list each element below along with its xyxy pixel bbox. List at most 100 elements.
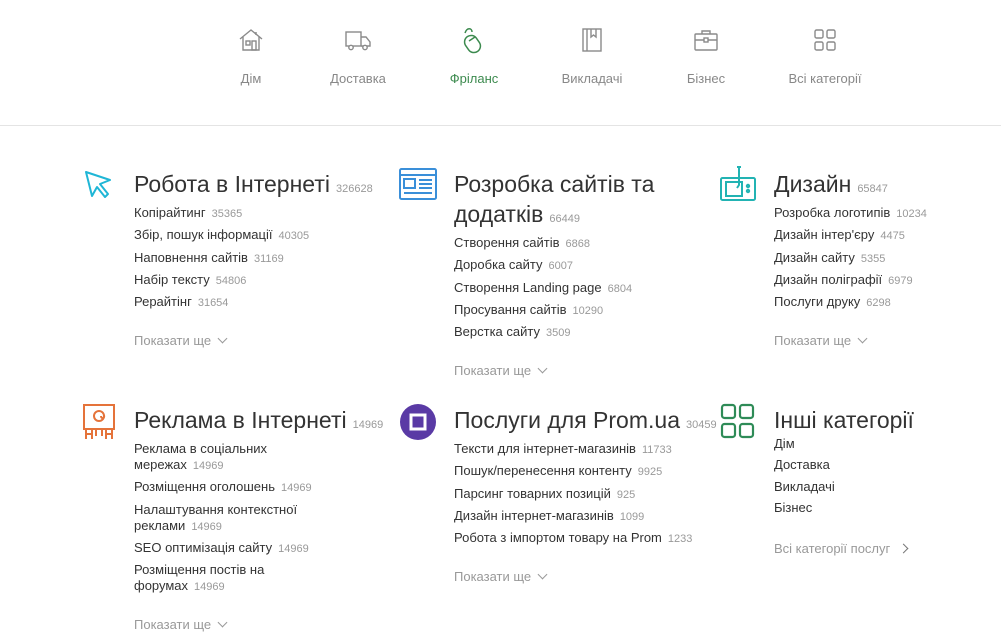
chevron-down-icon — [857, 334, 868, 344]
subcategory-list: Створення сайтів 6868 Доробка сайту 6007 С… — [454, 235, 734, 341]
section-title[interactable]: Реклама в Інтернеті 14969 — [134, 405, 414, 440]
item-count: 31169 — [253, 252, 284, 265]
show-more-button[interactable]: Показати ще — [134, 333, 228, 349]
list-item: Пошук/перенесення контенту 9925 — [454, 463, 714, 480]
nav-item-all-categories[interactable]: Всі категорії — [770, 26, 880, 86]
browser-window-icon — [399, 168, 437, 200]
list-item: Реклама в соціальних мережах 14969 — [134, 441, 349, 474]
nav-label: Фріланс — [449, 71, 499, 86]
subcategory-link[interactable]: Рерайтінг — [134, 294, 192, 309]
item-count: 6007 — [548, 260, 573, 273]
show-more-button[interactable]: Показати ще — [454, 363, 548, 378]
chevron-down-icon — [217, 334, 228, 344]
list-item: Наповнення сайтів 31169 — [134, 250, 414, 267]
subcategory-link[interactable]: Дизайн інтернет-магазинів — [454, 508, 614, 523]
subcategory-list: Розробка логотипів 10234 Дизайн інтер'єру… — [774, 205, 1001, 311]
item-count: 14969 — [191, 520, 222, 533]
nav-item-freelance[interactable]: Фріланс — [419, 26, 529, 86]
item-count: 6868 — [565, 238, 591, 250]
subcategory-link[interactable]: Викладачі — [774, 479, 835, 494]
category-section-design: Дизайн 65847 Розробка логотипів 10234 Диза… — [774, 169, 1001, 350]
list-item: Робота з імпортом товару на Prom 1233 — [454, 530, 714, 547]
nav-label: Дім — [240, 71, 262, 86]
subcategory-link[interactable]: Наповнення сайтів — [134, 250, 248, 265]
subcategory-link[interactable]: Робота з імпортом товару на Prom — [454, 530, 662, 545]
section-title[interactable]: Дизайн 65847 — [774, 169, 1001, 204]
subcategory-link[interactable]: Дизайн поліграфії — [774, 272, 882, 287]
nav-item-teachers[interactable]: Викладачі — [537, 26, 647, 86]
show-more-label: Показати ще — [774, 333, 852, 349]
nav-item-business[interactable]: Бізнес — [651, 26, 761, 86]
section-title[interactable]: Робота в Інтернеті 326628 — [134, 169, 414, 204]
section-title-text: Інші категорії — [774, 407, 914, 433]
grid-icon — [814, 29, 836, 51]
category-nav: Дім Доставка Фріланс Викладачі Бізнес Вс… — [0, 0, 1001, 126]
section-title-text: Реклама в Інтернеті — [134, 407, 347, 433]
subcategory-link[interactable]: Дизайн сайту — [774, 250, 855, 265]
section-title[interactable]: Інші категорії — [774, 405, 1001, 435]
subcategory-link[interactable]: Бізнес — [774, 500, 812, 515]
subcategory-link[interactable]: SEO оптимізація сайту — [134, 540, 272, 555]
show-more-button[interactable]: Показати ще — [134, 617, 228, 632]
item-count: 1099 — [619, 510, 645, 523]
nav-label: Бізнес — [686, 71, 726, 86]
list-item: Просування сайтів 10290 — [454, 302, 734, 319]
show-more-button[interactable]: Показати ще — [454, 569, 548, 584]
list-item: SEO оптимізація сайту 14969 — [134, 540, 349, 557]
subcategory-link[interactable]: Створення сайтів — [454, 235, 560, 250]
section-title[interactable]: Розробка сайтів та додатків 66449 — [454, 169, 734, 234]
subcategory-link[interactable]: Просування сайтів — [454, 302, 567, 317]
list-item: Розміщення постів на форумах 14969 — [134, 562, 349, 595]
subcategory-link[interactable]: Доробка сайту — [454, 257, 543, 272]
list-item: Послуги друку 6298 — [774, 294, 1001, 311]
section-count: 66449 — [549, 213, 580, 225]
list-item: Дизайн поліграфії 6979 — [774, 272, 1001, 289]
subcategory-link[interactable]: Парсинг товарних позицій — [454, 486, 611, 501]
subcategory-link[interactable]: Пошук/перенесення контенту — [454, 463, 632, 478]
subcategory-link[interactable]: Верстка сайту — [454, 324, 540, 339]
house-icon — [239, 29, 263, 51]
item-count: 10290 — [572, 304, 604, 317]
subcategory-link[interactable]: Розміщення оголошень — [134, 479, 275, 494]
subcategory-list: Тексти для інтернет-магазинів 11733 Пошук… — [454, 441, 714, 547]
subcategory-link[interactable]: Дизайн інтер'єру — [774, 227, 874, 242]
cursor-icon — [85, 171, 111, 198]
item-count: 14969 — [194, 581, 225, 594]
list-item: Збір, пошук інформації 40305 — [134, 227, 414, 244]
show-more-label: Показати ще — [134, 333, 212, 349]
list-item: Викладачі — [774, 479, 1001, 495]
category-section-internet-work: Робота в Інтернеті 326628 Копірайтинг 3536… — [134, 169, 414, 350]
list-item: Створення Landing page 6804 — [454, 280, 734, 297]
section-count: 30459 — [685, 419, 717, 431]
section-title-text: Дизайн — [774, 171, 852, 197]
subcategory-link[interactable]: Розробка логотипів — [774, 205, 890, 220]
chevron-down-icon — [537, 364, 548, 374]
list-item: Парсинг товарних позицій 925 — [454, 486, 714, 503]
subcategory-list: Копірайтинг 35365 Збір, пошук інформації 4… — [134, 205, 414, 311]
nav-label: Всі категорії — [788, 71, 862, 86]
list-item: Тексти для інтернет-магазинів 11733 — [454, 441, 714, 458]
item-count: 9925 — [637, 466, 663, 479]
item-count: 14969 — [192, 460, 224, 472]
nav-item-home[interactable]: Дім — [196, 26, 306, 86]
category-section-prom-services: Послуги для Prom.ua 30459 Тексти для інте… — [454, 405, 734, 586]
subcategory-link[interactable]: Збір, пошук інформації — [134, 227, 272, 242]
subcategory-link[interactable]: Копірайтинг — [134, 205, 206, 220]
section-title[interactable]: Послуги для Prom.ua 30459 — [454, 405, 734, 440]
subcategory-link[interactable]: Набір тексту — [134, 272, 210, 287]
subcategory-link[interactable]: Послуги друку — [774, 294, 860, 309]
subcategory-link[interactable]: Створення Landing page — [454, 280, 602, 295]
subcategory-link[interactable]: Доставка — [774, 457, 830, 472]
show-more-button[interactable]: Показати ще — [774, 333, 868, 349]
subcategory-link[interactable]: Дім — [774, 436, 795, 451]
category-section-web-development: Розробка сайтів та додатків 66449 Створен… — [454, 169, 734, 380]
briefcase-icon — [694, 30, 718, 51]
item-count: 14969 — [280, 482, 312, 495]
section-count: 14969 — [352, 419, 384, 431]
nav-item-delivery[interactable]: Доставка — [303, 26, 413, 86]
item-count: 4475 — [880, 230, 905, 243]
subcategory-list: Дім Доставка Викладачі Бізнес — [774, 436, 1001, 516]
subcategory-link[interactable]: Тексти для інтернет-магазинів — [454, 441, 636, 456]
list-item: Розміщення оголошень 14969 — [134, 479, 349, 496]
all-categories-link[interactable]: Всі категорії послуг — [774, 541, 909, 556]
